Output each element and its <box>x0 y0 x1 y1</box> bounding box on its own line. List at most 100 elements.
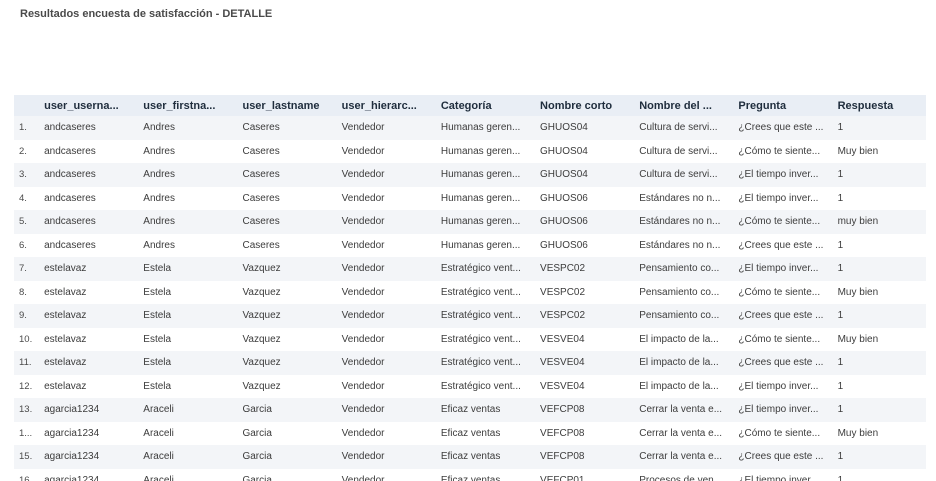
cell-user-firstname: Araceli <box>143 451 174 463</box>
column-header-user-firstname[interactable]: user_firstna... <box>138 95 237 116</box>
cell-categoria: Eficaz ventas <box>440 404 501 416</box>
table-row[interactable]: 10. estelavaz Estela Vazquez Vendedor Estraté… <box>14 328 926 352</box>
survey-results-table-container: user_userna... user_firstna... user_last… <box>14 95 926 481</box>
column-header-user-username[interactable]: user_userna... <box>39 95 138 116</box>
cell-respuesta: 1 <box>837 451 844 463</box>
cell-user-firstname: Andres <box>143 145 175 157</box>
table-row[interactable]: 15. agarcia1234 Araceli Garcia Vendedor Efica… <box>14 445 926 469</box>
cell-pregunta: ¿Crees que este ... <box>738 310 824 322</box>
cell-user-hierarchy: Vendedor <box>341 333 385 345</box>
cell-pregunta: ¿El tiempo inver... <box>738 169 819 181</box>
cell-respuesta: 1 <box>837 474 844 481</box>
table-row[interactable]: 8. estelavaz Estela Vazquez Vendedor Estratég… <box>14 281 926 305</box>
report-title: Resultados encuesta de satisfacción - DE… <box>20 8 273 20</box>
column-header-nombre-corto[interactable]: Nombre corto <box>535 95 634 116</box>
cell-user-lastname: Caseres <box>242 192 280 204</box>
cell-respuesta: 1 <box>837 310 844 322</box>
cell-user-username: agarcia1234 <box>44 474 100 481</box>
cell-categoria: Estratégico vent... <box>440 286 521 298</box>
cell-user-firstname: Andres <box>143 216 175 228</box>
row-index: 10. <box>19 333 33 345</box>
cell-categoria: Eficaz ventas <box>440 474 501 481</box>
column-header-respuesta[interactable]: Respuesta <box>833 95 926 116</box>
column-header-categoria[interactable]: Categoría <box>436 95 535 116</box>
cell-user-lastname: Garcia <box>242 474 272 481</box>
cell-user-hierarchy: Vendedor <box>341 427 385 439</box>
cell-nombre-corto: GHUOS06 <box>540 239 588 251</box>
cell-nombre-del: Cerrar la venta e... <box>639 427 723 439</box>
table-row[interactable]: 11. estelavaz Estela Vazquez Vendedor Estraté… <box>14 351 926 375</box>
table-row[interactable]: 1. andcaseres Andres Caseres Vendedor Humanas… <box>14 116 926 140</box>
cell-user-lastname: Vazquez <box>242 286 281 298</box>
column-header-pregunta[interactable]: Pregunta <box>733 95 832 116</box>
table-row[interactable]: 16. agarcia1234 Araceli Garcia Vendedor Efica… <box>14 469 926 481</box>
table-body: 1. andcaseres Andres Caseres Vendedor Humanas… <box>14 116 926 481</box>
cell-pregunta: ¿El tiempo inver... <box>738 380 819 392</box>
cell-user-username: andcaseres <box>44 122 96 134</box>
cell-categoria: Estratégico vent... <box>440 357 521 369</box>
cell-user-hierarchy: Vendedor <box>341 310 385 322</box>
cell-categoria: Humanas geren... <box>440 239 521 251</box>
column-header-nombre-del[interactable]: Nombre del ... <box>634 95 733 116</box>
cell-user-hierarchy: Vendedor <box>341 357 385 369</box>
cell-user-firstname: Araceli <box>143 427 174 439</box>
row-index: 16. <box>19 474 33 481</box>
cell-respuesta: 1 <box>837 357 844 369</box>
table-row[interactable]: 5. andcaseres Andres Caseres Vendedor Humanas… <box>14 210 926 234</box>
column-header-user-lastname[interactable]: user_lastname <box>237 95 336 116</box>
cell-nombre-del: Cultura de servi... <box>639 169 718 181</box>
row-index: 4. <box>19 192 27 204</box>
column-header-user-hierarchy[interactable]: user_hierarc... <box>337 95 436 116</box>
table-row[interactable]: 12. estelavaz Estela Vazquez Vendedor Estraté… <box>14 375 926 399</box>
cell-pregunta: ¿Cómo te siente... <box>738 333 821 345</box>
cell-respuesta: 1 <box>837 263 844 275</box>
cell-user-username: andcaseres <box>44 145 96 157</box>
cell-user-firstname: Andres <box>143 169 175 181</box>
table-row[interactable]: 2. andcaseres Andres Caseres Vendedor Humanas… <box>14 140 926 164</box>
cell-user-username: estelavaz <box>44 333 87 345</box>
cell-nombre-corto: GHUOS06 <box>540 216 588 228</box>
cell-user-hierarchy: Vendedor <box>341 286 385 298</box>
cell-user-hierarchy: Vendedor <box>341 239 385 251</box>
cell-categoria: Humanas geren... <box>440 216 521 228</box>
cell-pregunta: ¿Cómo te siente... <box>738 286 821 298</box>
cell-user-hierarchy: Vendedor <box>341 145 385 157</box>
cell-pregunta: ¿Crees que este ... <box>738 122 824 134</box>
cell-user-hierarchy: Vendedor <box>341 192 385 204</box>
cell-respuesta: Muy bien <box>837 145 879 157</box>
row-index: 1... <box>19 427 33 439</box>
cell-user-firstname: Estela <box>143 310 172 322</box>
cell-user-hierarchy: Vendedor <box>341 404 385 416</box>
cell-user-firstname: Estela <box>143 333 172 345</box>
cell-user-hierarchy: Vendedor <box>341 169 385 181</box>
cell-user-username: estelavaz <box>44 310 87 322</box>
table-row[interactable]: 13. agarcia1234 Araceli Garcia Vendedor Efica… <box>14 398 926 422</box>
table-row[interactable]: 7. estelavaz Estela Vazquez Vendedor Estratég… <box>14 257 926 281</box>
cell-user-lastname: Garcia <box>242 451 272 463</box>
cell-categoria: Eficaz ventas <box>440 451 501 463</box>
cell-user-firstname: Araceli <box>143 404 174 416</box>
cell-nombre-del: El impacto de la... <box>639 380 719 392</box>
table-header: user_userna... user_firstna... user_last… <box>14 95 926 116</box>
cell-user-firstname: Estela <box>143 357 172 369</box>
cell-pregunta: ¿El tiempo inver... <box>738 404 819 416</box>
table-row[interactable]: 3. andcaseres Andres Caseres Vendedor Humanas… <box>14 163 926 187</box>
cell-user-lastname: Caseres <box>242 239 280 251</box>
cell-user-lastname: Caseres <box>242 216 280 228</box>
cell-respuesta: 1 <box>837 239 844 251</box>
row-index: 11. <box>19 357 32 369</box>
cell-respuesta: 1 <box>837 192 844 204</box>
survey-results-table: user_userna... user_firstna... user_last… <box>14 95 926 481</box>
row-index: 3. <box>19 169 27 181</box>
table-header-row: user_userna... user_firstna... user_last… <box>14 95 926 116</box>
cell-user-hierarchy: Vendedor <box>341 122 385 134</box>
table-row[interactable]: 4. andcaseres Andres Caseres Vendedor Humanas… <box>14 187 926 211</box>
cell-categoria: Humanas geren... <box>440 145 521 157</box>
cell-pregunta: ¿Cómo te siente... <box>738 145 821 157</box>
table-row[interactable]: 6. andcaseres Andres Caseres Vendedor Humanas… <box>14 234 926 258</box>
table-row[interactable]: 9. estelavaz Estela Vazquez Vendedor Estratég… <box>14 304 926 328</box>
cell-user-lastname: Vazquez <box>242 380 281 392</box>
cell-nombre-del: Cerrar la venta e... <box>639 451 723 463</box>
row-index: 7. <box>19 263 27 275</box>
table-row[interactable]: 1... agarcia1234 Araceli Garcia Vendedor Efic… <box>14 422 926 446</box>
